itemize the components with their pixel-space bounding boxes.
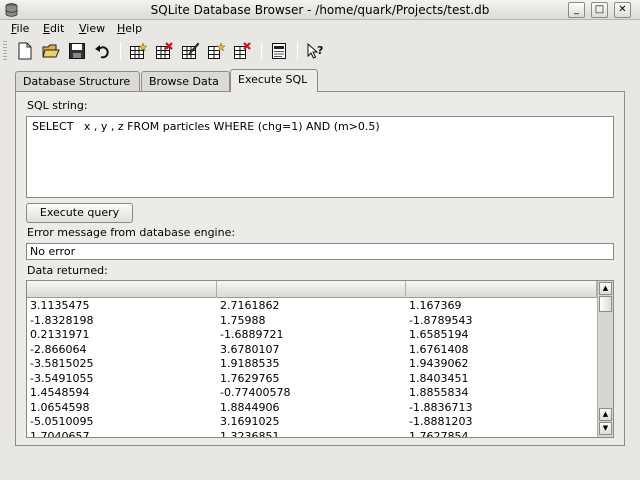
table-cell[interactable]: -1.6889721 [218,328,283,343]
table-cell[interactable]: 2.7161862 [218,299,280,314]
create-table-icon [130,42,147,59]
table-row[interactable]: -2.866064 3.6780107 1.6761408 [27,343,597,358]
table-cell[interactable]: -0.77400578 [218,386,290,401]
table-cell[interactable]: 1.0654598 [28,401,90,416]
table-cell[interactable]: 1.7627854 [407,430,469,438]
error-message-label: Error message from database engine: [27,226,236,239]
toolbar: ? [0,38,640,64]
tab-database-structure[interactable]: Database Structure [15,71,140,91]
toolbar-separator [120,42,121,60]
new-database-button[interactable] [14,40,36,62]
table-row[interactable]: 1.4548594 -0.77400578 1.8855834 [27,386,597,401]
table-cell[interactable]: 1.8403451 [407,372,469,387]
maximize-button[interactable]: □ [591,2,608,18]
window-title: SQLite Database Browser - /home/quark/Pr… [150,3,490,17]
table-cell[interactable]: 1.7040657 [28,430,90,438]
table-cell[interactable]: 0.2131971 [28,328,90,343]
delete-index-button[interactable] [231,40,253,62]
tab-execute-sql[interactable]: Execute SQL [230,69,318,92]
whats-this-icon: ? [307,42,323,59]
table-row[interactable]: 0.2131971 -1.6889721 1.6585194 [27,328,597,343]
table-cell[interactable]: -1.8836713 [407,401,472,416]
save-button[interactable] [66,40,88,62]
scroll-up-arrow-icon[interactable]: ▲ [599,408,612,421]
table-cell[interactable]: -5.0510095 [28,415,93,430]
table-cell[interactable]: 1.4548594 [28,386,90,401]
log-window-icon [272,43,286,59]
table-cell[interactable]: 3.6780107 [218,343,280,358]
sql-string-label: SQL string: [27,99,88,112]
table-cell[interactable]: 1.6761408 [407,343,469,358]
table-row[interactable]: 3.1135475 2.7161862 1.167369 [27,299,597,314]
table-cell[interactable]: -1.8328198 [28,314,93,329]
grid-rows: 3.1135475 2.7161862 1.167369 -1.8328198 … [27,299,597,438]
modify-table-button[interactable] [179,40,201,62]
table-cell[interactable]: 3.1691025 [218,415,280,430]
menu-file[interactable]: File [11,22,29,35]
table-cell[interactable]: 1.8855834 [407,386,469,401]
table-cell[interactable]: 1.8844906 [218,401,280,416]
table-cell[interactable]: 1.3236851 [218,430,280,438]
table-cell[interactable]: -1.8881203 [407,415,472,430]
table-cell[interactable]: -1.8789543 [407,314,472,329]
svg-text:?: ? [317,44,323,57]
minimize-button[interactable]: _ [568,2,585,18]
scroll-thumb[interactable] [599,296,612,312]
data-returned-label: Data returned: [27,264,108,277]
delete-table-icon [156,42,173,59]
table-cell[interactable]: 1.6585194 [407,328,469,343]
open-folder-icon [42,44,60,58]
toolbar-grip[interactable] [3,41,7,61]
modify-table-icon [182,42,199,59]
create-table-button[interactable] [127,40,149,62]
new-document-icon [18,42,32,60]
table-row[interactable]: -3.5491055 1.7629765 1.8403451 [27,372,597,387]
menu-bar: File Edit View Help [0,20,640,38]
table-row[interactable]: 1.0654598 1.8844906 -1.8836713 [27,401,597,416]
table-cell[interactable]: 3.1135475 [28,299,90,314]
delete-table-button[interactable] [153,40,175,62]
table-cell[interactable]: 1.167369 [407,299,462,314]
error-message-field[interactable]: No error [26,243,614,260]
create-index-button[interactable] [205,40,227,62]
table-row[interactable]: 1.7040657 1.3236851 1.7627854 [27,430,597,438]
table-cell[interactable]: -2.866064 [28,343,86,358]
table-row[interactable]: -5.0510095 3.1691025 -1.8881203 [27,415,597,430]
delete-index-icon [234,42,251,59]
table-cell[interactable]: -3.5491055 [28,372,93,387]
table-cell[interactable]: 1.9188535 [218,357,280,372]
undo-button[interactable] [92,40,114,62]
whats-this-button[interactable]: ? [304,40,326,62]
execute-query-button[interactable]: Execute query [26,203,133,223]
toolbar-separator [261,42,262,60]
grid-header [27,281,597,298]
log-window-button[interactable] [268,40,290,62]
undo-icon [95,45,109,59]
scroll-up-arrow-icon[interactable]: ▲ [599,282,612,295]
menu-help[interactable]: Help [117,22,142,35]
table-row[interactable]: -1.8328198 1.75988 -1.8789543 [27,314,597,329]
menu-edit[interactable]: Edit [43,22,64,35]
table-cell[interactable]: 1.75988 [218,314,266,329]
create-index-icon [208,42,225,59]
tab-browse-data[interactable]: Browse Data [141,71,230,91]
open-database-button[interactable] [40,40,62,62]
column-header[interactable] [406,281,597,298]
menu-view[interactable]: View [79,22,105,35]
close-button[interactable]: ✕ [614,2,631,18]
scroll-down-arrow-icon[interactable]: ▼ [599,422,612,435]
toolbar-separator [297,42,298,60]
table-cell[interactable]: -3.5815025 [28,357,93,372]
title-bar: SQLite Database Browser - /home/quark/Pr… [0,0,640,20]
data-returned-grid[interactable]: 3.1135475 2.7161862 1.167369 -1.8328198 … [26,280,614,438]
table-row[interactable]: -3.5815025 1.9188535 1.9439062 [27,357,597,372]
column-header[interactable] [217,281,406,298]
vertical-scrollbar[interactable]: ▲ ▲ ▼ [597,281,613,437]
table-cell[interactable]: 1.7629765 [218,372,280,387]
sql-string-input[interactable]: SELECT x , y , z FROM particles WHERE (c… [26,116,614,198]
save-icon [69,43,85,59]
table-cell[interactable]: 1.9439062 [407,357,469,372]
column-header[interactable] [27,281,217,298]
